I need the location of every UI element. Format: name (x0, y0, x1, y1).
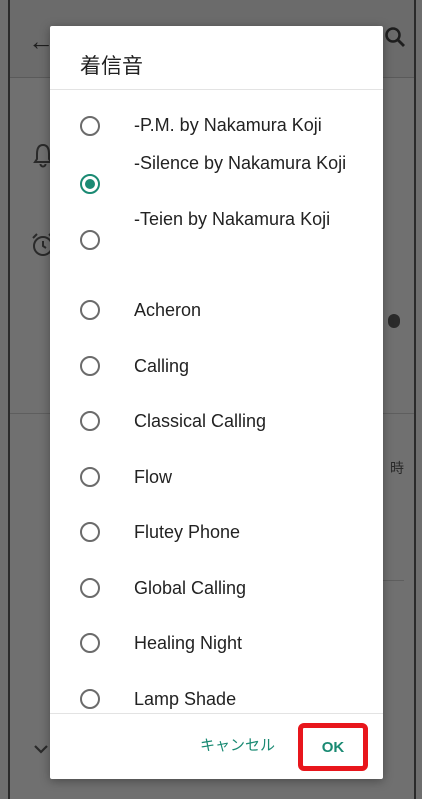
list-item-label: Calling (134, 356, 190, 376)
list-item-label: Flow (134, 467, 173, 487)
radio-button-selected[interactable] (80, 174, 100, 194)
cancel-button[interactable]: キャンセル (200, 734, 275, 755)
dialog-title: 着信音 (80, 54, 143, 78)
radio-button[interactable] (80, 356, 100, 376)
list-item[interactable]: Flow (50, 453, 383, 503)
ok-button[interactable]: OK (298, 723, 368, 771)
radio-button[interactable] (80, 689, 100, 709)
radio-button[interactable] (80, 633, 100, 653)
radio-button[interactable] (80, 116, 100, 136)
list-item[interactable]: Healing Night (50, 619, 383, 669)
radio-button[interactable] (80, 467, 100, 487)
radio-button[interactable] (80, 230, 100, 250)
radio-button[interactable] (80, 411, 100, 431)
list-item[interactable]: -Teien by Nakamura Koji (50, 208, 383, 270)
list-item[interactable]: Acheron (50, 286, 383, 336)
list-item-label: Flutey Phone (134, 522, 241, 542)
list-item[interactable]: -Silence by Nakamura Koji (50, 152, 383, 214)
list-item-label: Acheron (134, 300, 202, 320)
ringtone-list[interactable]: -P.M. by Nakamura Koji -Silence by Nakam… (50, 89, 383, 714)
list-item-label: -Silence by Nakamura Koji (134, 153, 347, 173)
list-item-label: Global Calling (134, 578, 247, 598)
ringtone-dialog: 着信音 -P.M. by Nakamura Koji -Silence by N… (50, 26, 383, 779)
radio-button[interactable] (80, 300, 100, 320)
search-icon[interactable] (384, 26, 406, 48)
list-item-label: Classical Calling (134, 411, 267, 431)
chevron-down-icon[interactable] (32, 742, 50, 756)
list-item-label: -Teien by Nakamura Koji (134, 209, 331, 229)
list-item[interactable]: Classical Calling (50, 397, 383, 447)
background-text: 時 (390, 460, 404, 476)
radio-button[interactable] (80, 522, 100, 542)
list-item[interactable]: Lamp Shade (50, 675, 383, 713)
list-item-label: -P.M. by Nakamura Koji (134, 115, 322, 135)
list-item[interactable]: Global Calling (50, 564, 383, 614)
radio-button[interactable] (80, 578, 100, 598)
list-item[interactable]: -P.M. by Nakamura Koji (50, 102, 383, 150)
list-item[interactable]: Flutey Phone (50, 508, 383, 558)
list-item-label: Healing Night (134, 633, 243, 653)
dialog-actions: キャンセル OK (50, 716, 383, 779)
list-item[interactable]: Calling (50, 342, 383, 392)
toggle-knob (388, 314, 400, 328)
list-item-label: Lamp Shade (134, 689, 237, 709)
